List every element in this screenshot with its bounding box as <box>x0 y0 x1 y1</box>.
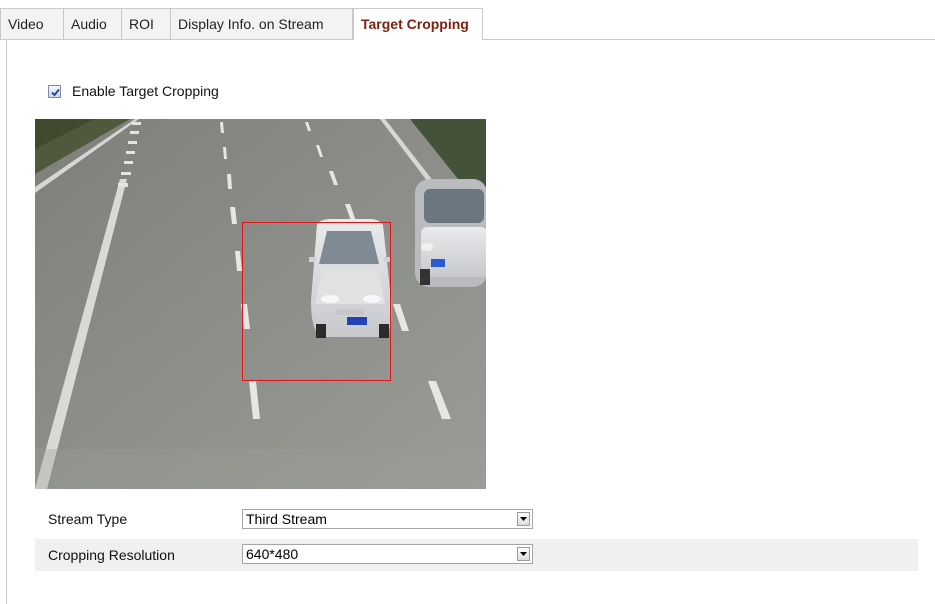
content-border <box>6 40 7 604</box>
tab-display-info-on-stream[interactable]: Display Info. on Stream <box>170 8 353 39</box>
cropping-resolution-label: Cropping Resolution <box>48 547 175 563</box>
checkmark-icon <box>51 88 60 96</box>
video-preview <box>35 119 486 489</box>
tab-roi[interactable]: ROI <box>121 8 171 39</box>
cropping-resolution-select[interactable]: 640*480 <box>242 544 533 564</box>
tab-video[interactable]: Video <box>0 8 64 39</box>
stream-type-row: Stream Type Third Stream <box>35 503 918 535</box>
cropping-resolution-dropdown-button[interactable] <box>517 547 530 561</box>
stream-type-dropdown-button[interactable] <box>517 512 530 526</box>
tab-audio[interactable]: Audio <box>63 8 122 39</box>
cropping-resolution-row: Cropping Resolution 640*480 <box>35 539 918 571</box>
stream-type-select[interactable]: Third Stream <box>242 509 533 529</box>
enable-target-cropping-row: Enable Target Cropping <box>48 81 219 101</box>
chevron-down-icon <box>520 517 527 521</box>
stream-type-label: Stream Type <box>48 511 128 527</box>
chevron-down-icon <box>520 552 527 556</box>
cropping-resolution-value: 640*480 <box>246 546 299 562</box>
crop-region-box[interactable] <box>242 222 391 381</box>
tab-bar: Video Audio ROI Display Info. on Stream … <box>0 0 935 40</box>
enable-target-cropping-label: Enable Target Cropping <box>72 83 219 99</box>
enable-target-cropping-checkbox[interactable] <box>48 84 61 98</box>
tab-target-cropping[interactable]: Target Cropping <box>353 8 483 40</box>
stream-type-value: Third Stream <box>246 511 327 527</box>
